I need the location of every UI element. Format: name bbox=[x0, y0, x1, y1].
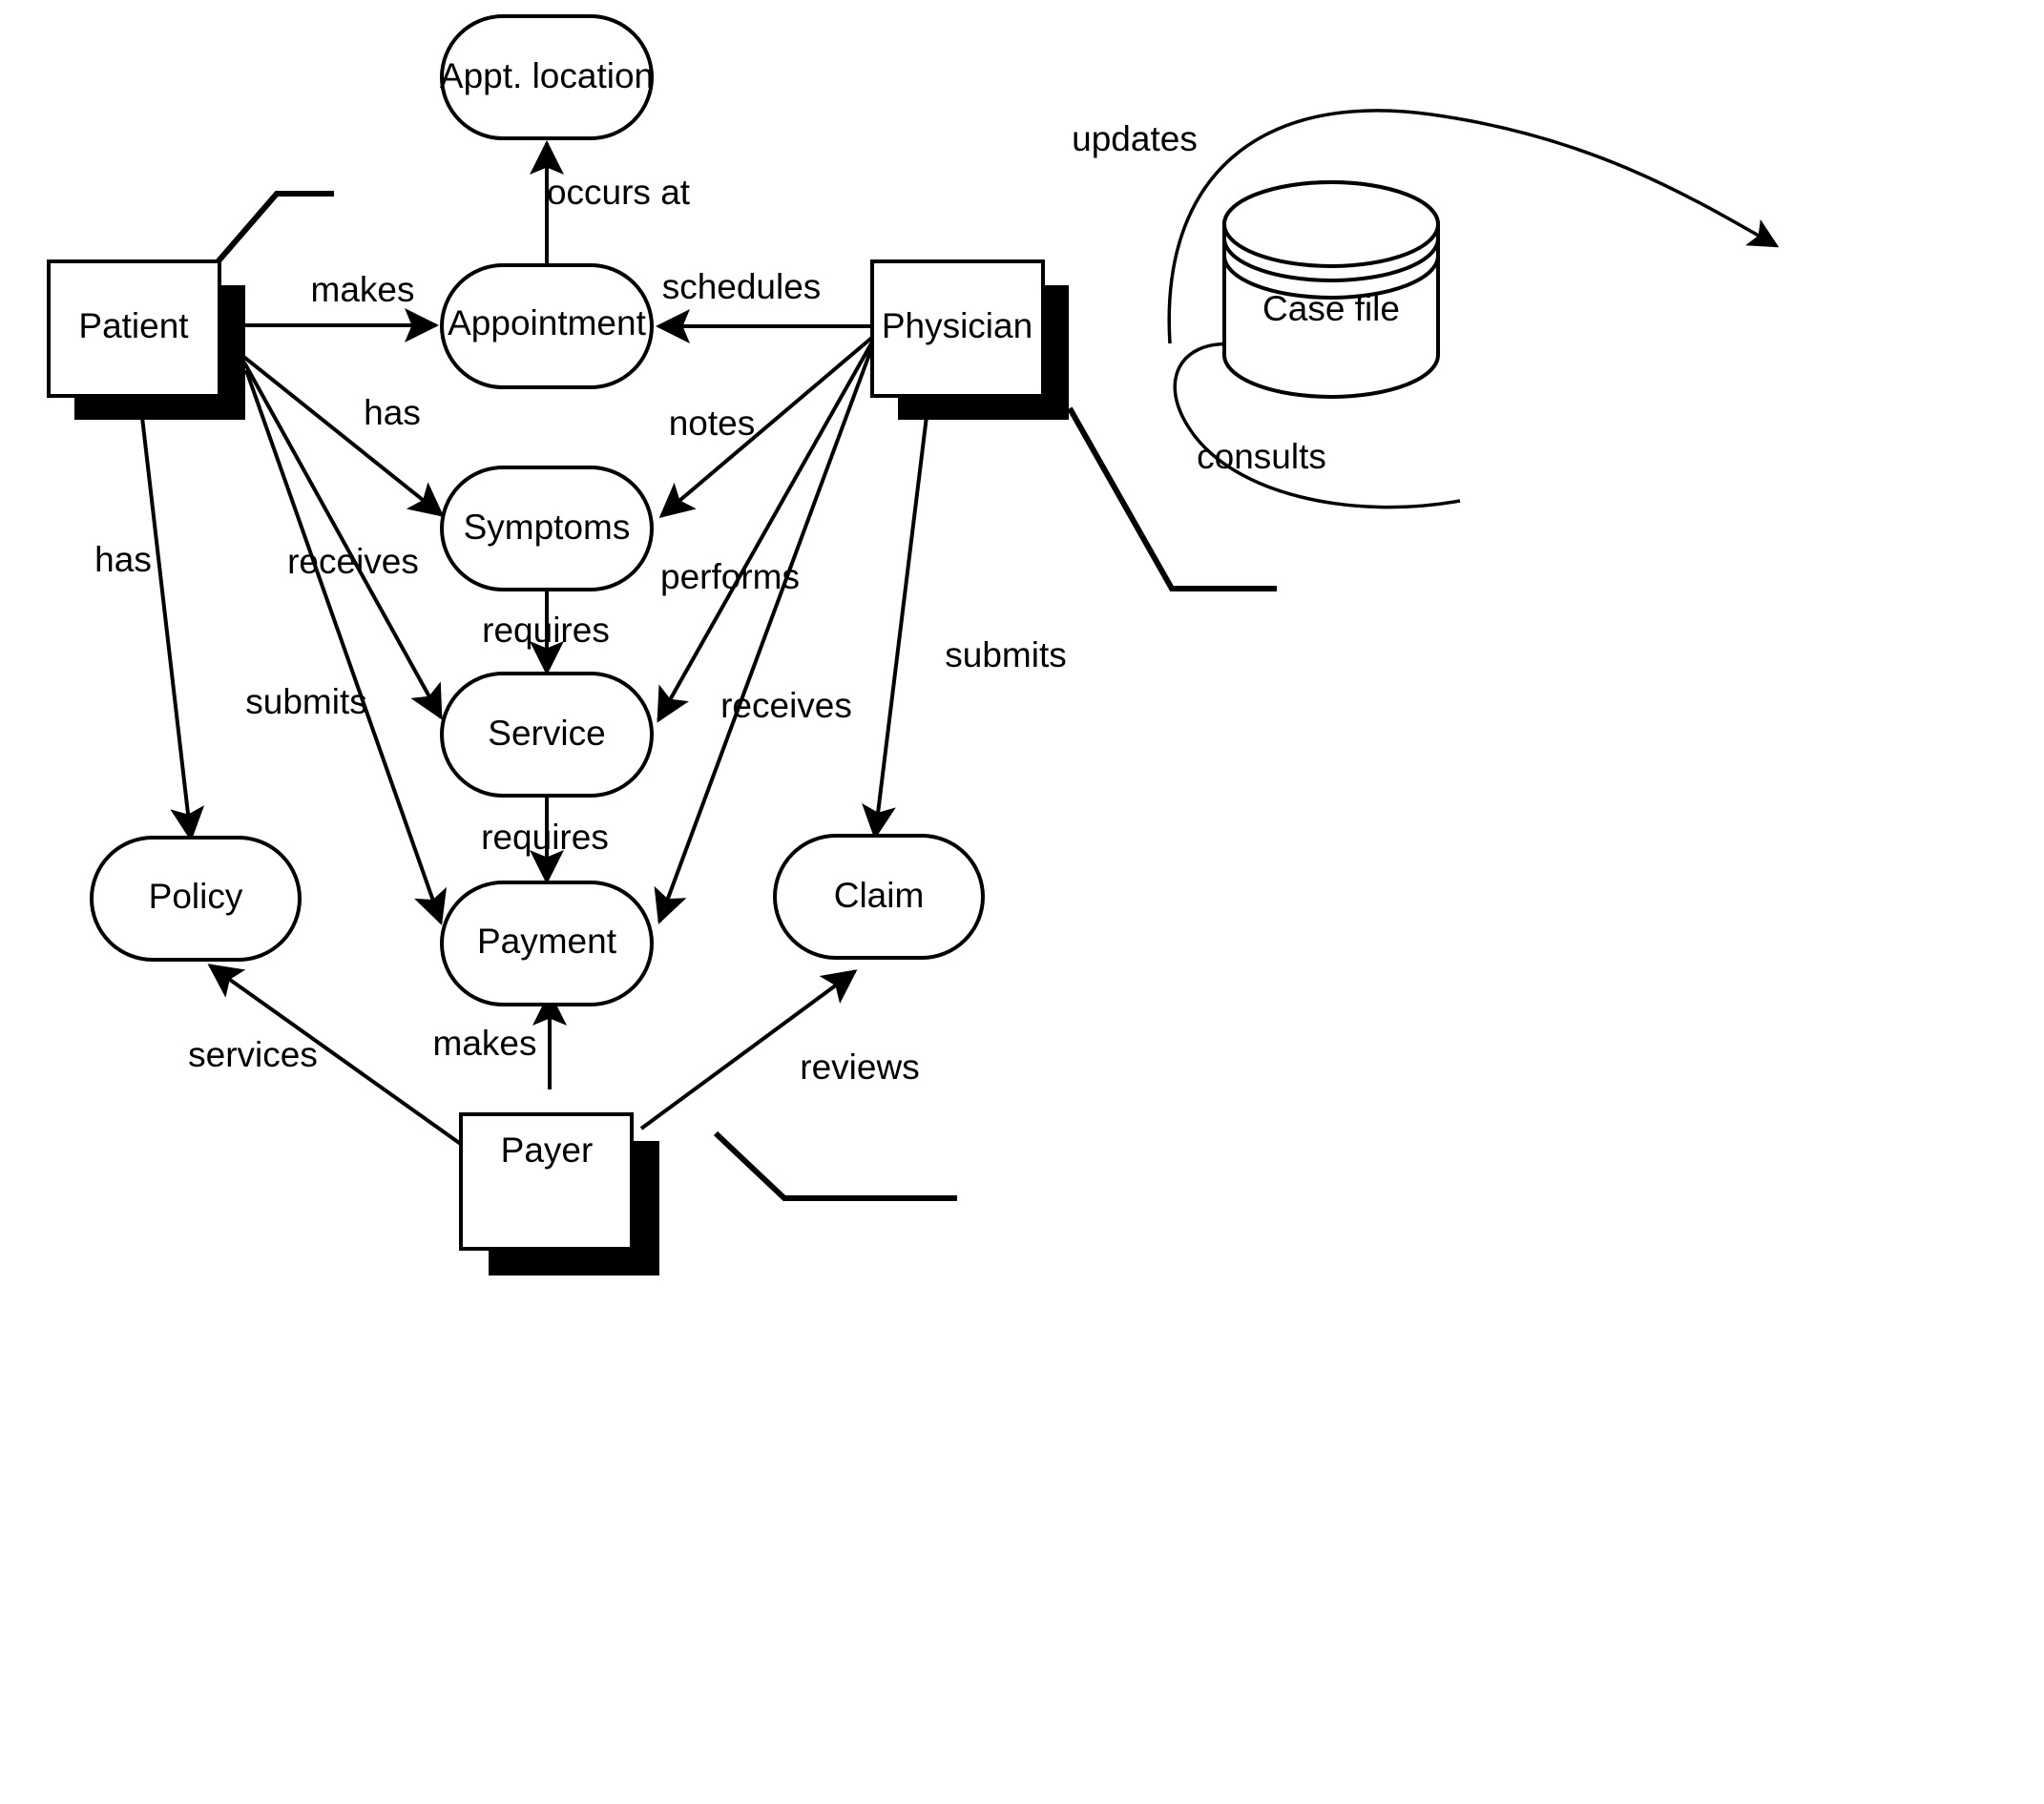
node-case-file[interactable]: Case file bbox=[1222, 180, 1440, 399]
edge-submits-claim bbox=[862, 400, 930, 840]
edge-label-notes: notes bbox=[669, 404, 756, 443]
node-physician-label: Physician bbox=[882, 306, 1032, 345]
node-symptoms-label: Symptoms bbox=[464, 508, 631, 547]
edge-label-updates: updates bbox=[1072, 119, 1198, 158]
node-service[interactable]: Service bbox=[440, 672, 654, 798]
edge-label-schedules: schedules bbox=[662, 267, 822, 306]
node-appointment[interactable]: Appointment bbox=[440, 263, 654, 389]
node-appt-location-label: Appt. location bbox=[440, 56, 654, 95]
diagram-canvas: Appt. location Appointment Symptoms Serv… bbox=[0, 0, 2044, 1804]
node-payment[interactable]: Payment bbox=[440, 881, 654, 1006]
edge-label-makes-payment: makes bbox=[433, 1024, 537, 1063]
node-policy-label: Policy bbox=[149, 877, 243, 916]
node-case-file-label: Case file bbox=[1262, 289, 1400, 328]
node-payment-label: Payment bbox=[477, 922, 617, 961]
er-diagram-svg: Appt. location Appointment Symptoms Serv… bbox=[47, 14, 1780, 1275]
edge-performs bbox=[657, 338, 876, 723]
edge-label-has-symptoms: has bbox=[364, 393, 421, 432]
node-payer[interactable]: Payer bbox=[459, 1112, 659, 1275]
node-physician[interactable]: Physician bbox=[870, 259, 1069, 420]
node-appointment-label: Appointment bbox=[448, 303, 646, 342]
edge-label-submits-payment: submits bbox=[245, 682, 366, 721]
edge-label-services: services bbox=[188, 1035, 318, 1074]
node-appt-location[interactable]: Appt. location bbox=[440, 14, 654, 140]
node-claim[interactable]: Claim bbox=[773, 834, 985, 960]
node-service-label: Service bbox=[488, 714, 605, 753]
edge-has-symptoms bbox=[240, 353, 445, 517]
edge-label-receives-payment: receives bbox=[720, 686, 852, 725]
callout-physician-leader bbox=[1067, 406, 1277, 591]
edge-label-occurs-at: occurs at bbox=[547, 173, 691, 212]
edge-label-submits-claim: submits bbox=[945, 635, 1066, 674]
edge-submits-payment bbox=[244, 369, 448, 925]
edge-label-requires-service: requires bbox=[482, 611, 610, 650]
edge-label-makes-appointment: makes bbox=[311, 270, 415, 309]
node-claim-label: Claim bbox=[834, 876, 925, 915]
edge-label-reviews: reviews bbox=[800, 1047, 919, 1087]
node-payer-label: Payer bbox=[501, 1130, 594, 1170]
node-policy[interactable]: Policy bbox=[90, 836, 302, 962]
edge-label-requires-payment: requires bbox=[481, 818, 609, 857]
node-patient[interactable]: Patient bbox=[47, 259, 245, 420]
edge-label-receives-service: receives bbox=[287, 542, 419, 581]
callout-payer-leader bbox=[713, 1130, 957, 1201]
edge-label-performs: performs bbox=[660, 557, 800, 596]
node-patient-label: Patient bbox=[78, 306, 189, 345]
edge-label-consults: consults bbox=[1197, 437, 1326, 476]
callout-patient-leader bbox=[213, 191, 334, 266]
edge-label-has-policy: has bbox=[94, 540, 152, 579]
edge-has-policy bbox=[138, 400, 205, 841]
node-symptoms[interactable]: Symptoms bbox=[440, 466, 654, 591]
